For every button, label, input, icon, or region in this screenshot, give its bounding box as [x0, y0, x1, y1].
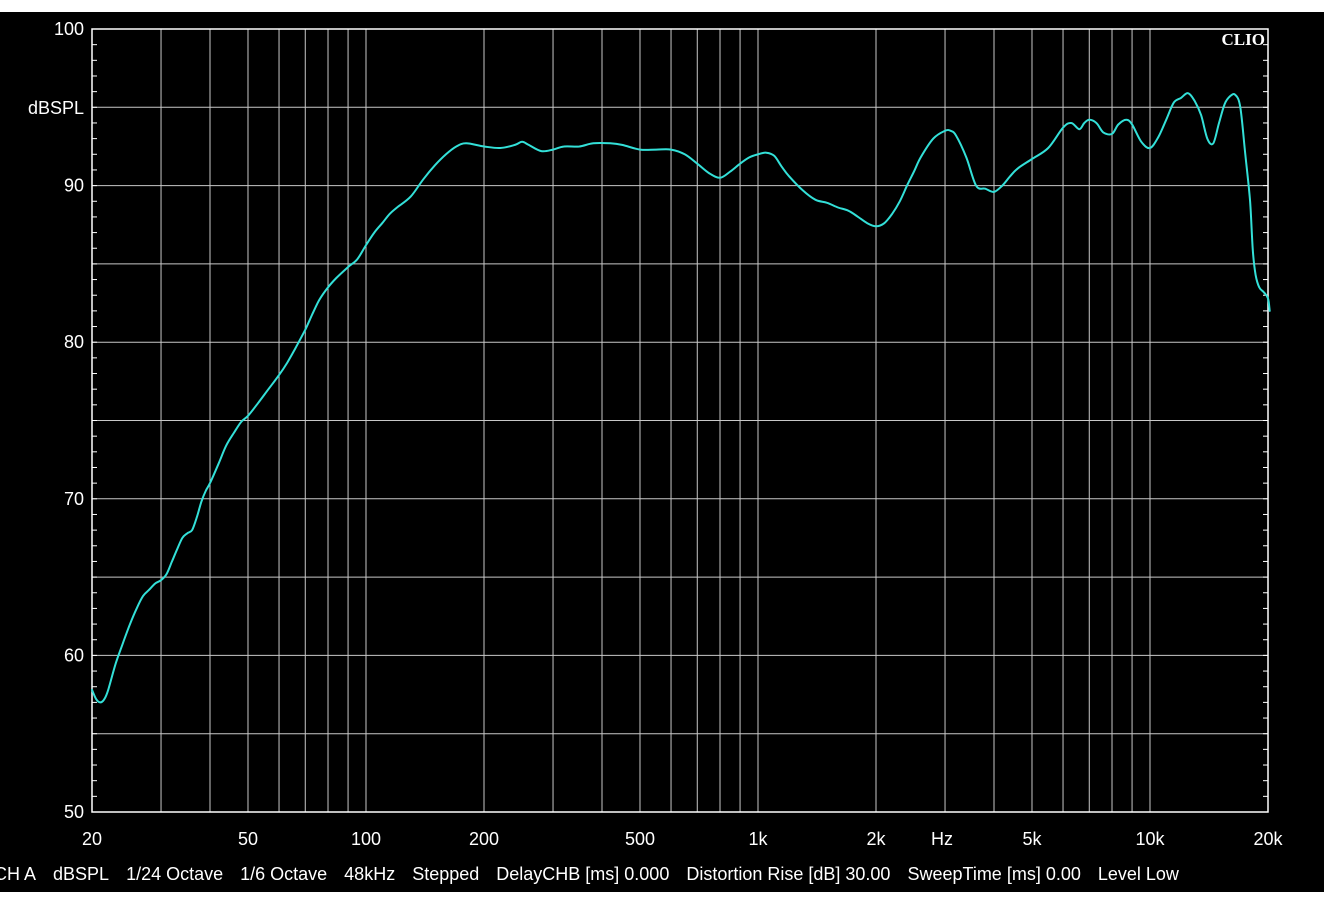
frequency-response-chart: 20 50 100 200 500 1k 2k 5k 10k 20k 1009080706050 …: [28, 19, 1284, 849]
x-tick-label: 20: [82, 829, 102, 849]
measurement-window: 20 50 100 200 500 1k 2k 5k 10k 20k 100 90 80 70 60 50 …: [0, 12, 1324, 892]
x-tick-label: 5k: [1022, 829, 1042, 849]
y-tick-label: 100: [54, 19, 84, 39]
y-tick-label: 60: [64, 645, 84, 665]
unit-label: dBSPL: [53, 864, 110, 884]
smoothing-label: 1/6 Octave: [240, 864, 328, 884]
x-tick-label: 2k: [866, 829, 886, 849]
level-label: Level Low: [1097, 864, 1179, 884]
x-tick-label: 200: [469, 829, 499, 849]
channel-label: CH A: [0, 864, 37, 884]
x-unit-label: Hz: [931, 829, 953, 849]
y-tick-labels: 100 90 80 70 60 50: [54, 19, 84, 822]
x-tick-label: 10k: [1135, 829, 1165, 849]
y-tick-label: 50: [64, 802, 84, 822]
x-tick-label: 50: [238, 829, 258, 849]
clio-logo: CLIO: [1222, 30, 1265, 49]
x-tick-label: 20k: [1253, 829, 1283, 849]
x-tick-label: 1k: [748, 829, 768, 849]
measurement-settings-bar: CH A dBSPL 1/24 Octave 1/6 Octave 48kHz Stepp…: [0, 861, 1324, 887]
y-tick-label: 80: [64, 332, 84, 352]
sweep-mode-label: Stepped: [412, 864, 480, 884]
resolution-label: 1/24 Octave: [126, 864, 224, 884]
y-tick-label: 90: [64, 176, 84, 196]
y-axis-label: dBSPL: [28, 98, 84, 118]
y-tick-label: 70: [64, 489, 84, 509]
x-tick-label: 100: [351, 829, 381, 849]
x-tick-label: 500: [625, 829, 655, 849]
sample-rate-label: 48kHz: [344, 864, 396, 884]
delay-label: DelayCHB [ms] 0.000: [496, 864, 670, 884]
x-tick-labels: 20 50 100 200 500 1k 2k 5k 10k 20k: [82, 829, 1284, 849]
distortion-rise-label: Distortion Rise [dB] 30.00: [686, 864, 891, 884]
sweep-time-label: SweepTime [ms] 0.00: [907, 864, 1081, 884]
